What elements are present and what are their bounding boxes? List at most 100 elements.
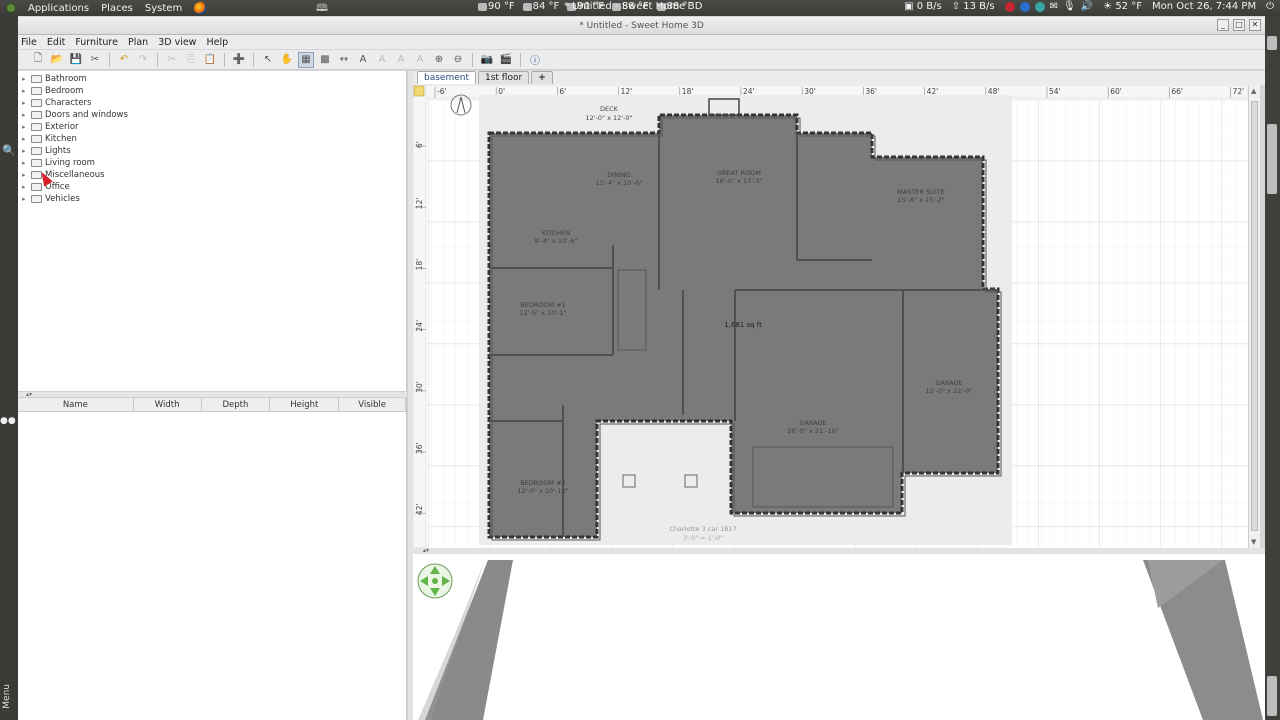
- expand-icon[interactable]: ▸: [22, 147, 28, 155]
- paste-icon[interactable]: 📋: [202, 52, 218, 68]
- menu-plan[interactable]: Plan: [128, 37, 148, 48]
- plan-canvas[interactable]: -6' 0' 6' 12' 18' 24' 30' 36' 42' 48' 54' 60' 66' 72'…: [413, 85, 1248, 548]
- ruler-x-label: 42': [927, 87, 939, 96]
- dock-handle[interactable]: [1267, 124, 1277, 194]
- modify-text-icon[interactable]: A: [374, 52, 390, 68]
- dock-menu-label[interactable]: Menu: [2, 684, 12, 709]
- hp-icon[interactable]: [1019, 1, 1030, 12]
- catalog-category[interactable]: ▸ Characters: [22, 97, 91, 109]
- cut-icon[interactable]: ✂: [87, 52, 103, 68]
- zoom-out-icon[interactable]: ⊖: [450, 52, 466, 68]
- increase-text-icon[interactable]: A: [393, 52, 409, 68]
- scroll-thumb[interactable]: [1251, 101, 1258, 531]
- dock-handle[interactable]: [1267, 676, 1277, 716]
- search-icon[interactable]: 🔍: [2, 144, 16, 158]
- catalog-category[interactable]: ▸ Miscellaneous: [22, 169, 105, 181]
- column-header-width[interactable]: Width: [134, 398, 202, 411]
- add-level-button[interactable]: +: [531, 71, 553, 84]
- zoom-in-icon[interactable]: ⊕: [431, 52, 447, 68]
- expand-icon[interactable]: ▸: [22, 75, 28, 83]
- eyes-icon[interactable]: ●●: [0, 416, 16, 426]
- menu-furniture[interactable]: Furniture: [75, 37, 118, 48]
- minimize-icon[interactable]: _: [1217, 19, 1229, 31]
- create-rooms-icon[interactable]: ▩: [317, 52, 333, 68]
- catalog-category[interactable]: ▸ Living room: [22, 157, 95, 169]
- expand-icon[interactable]: ▸: [22, 87, 28, 95]
- expand-icon[interactable]: ▸: [22, 123, 28, 131]
- undo-icon[interactable]: ↶: [116, 52, 132, 68]
- dock-handle[interactable]: [1267, 36, 1277, 50]
- firefox-launcher-icon[interactable]: [194, 2, 207, 14]
- cut-icon[interactable]: ✂: [164, 52, 180, 68]
- column-header-depth[interactable]: Depth: [202, 398, 271, 411]
- save-icon[interactable]: 💾: [68, 52, 84, 68]
- places-menu[interactable]: Places: [101, 3, 133, 14]
- column-header-visible[interactable]: Visible: [339, 398, 407, 411]
- 3d-view[interactable]: [413, 554, 1265, 720]
- net-down[interactable]: ▣ 0 B/s: [904, 1, 942, 12]
- net-up[interactable]: ⇧ 13 B/s: [952, 1, 995, 12]
- catalog-category[interactable]: ▸ Lights: [22, 145, 71, 157]
- weather-item[interactable]: 90 °F: [478, 1, 515, 12]
- catalog-category[interactable]: ▸ Bathroom: [22, 73, 87, 85]
- expand-icon[interactable]: ▸: [22, 111, 28, 119]
- expand-icon[interactable]: ▸: [22, 171, 28, 179]
- create-walls-icon[interactable]: ▦: [298, 51, 314, 68]
- microphone-icon[interactable]: 🎙: [1063, 1, 1076, 12]
- catalog-category[interactable]: ▸ Bedroom: [22, 85, 83, 97]
- decrease-text-icon[interactable]: A: [412, 52, 428, 68]
- record-icon[interactable]: [1004, 1, 1015, 12]
- plan-vertical-scrollbar[interactable]: ▲ ▼: [1248, 85, 1260, 548]
- volume-icon[interactable]: 🔊: [1081, 1, 1093, 12]
- clock[interactable]: Mon Oct 26, 7:44 PM: [1152, 1, 1256, 12]
- catalog-category[interactable]: ▸ Exterior: [22, 121, 79, 133]
- catalog-category[interactable]: ▸ Kitchen: [22, 133, 77, 145]
- add-text-icon[interactable]: A: [355, 52, 371, 68]
- expand-icon[interactable]: ▸: [22, 183, 28, 191]
- close-icon[interactable]: ✕: [1249, 19, 1261, 31]
- menu-3d-view[interactable]: 3D view: [158, 37, 196, 48]
- maximize-icon[interactable]: □: [1233, 19, 1245, 31]
- scroll-down-icon[interactable]: ▼: [1251, 538, 1256, 546]
- power-icon[interactable]: ⏻: [1266, 1, 1274, 12]
- system-menu[interactable]: System: [145, 3, 182, 14]
- catalog-splitter[interactable]: ▴▾: [18, 391, 407, 398]
- expand-icon[interactable]: ▸: [22, 159, 28, 167]
- tab-basement[interactable]: basement: [417, 71, 476, 84]
- expand-icon[interactable]: ▸: [22, 135, 28, 143]
- create-video-icon[interactable]: 🎬: [498, 52, 514, 68]
- open-file-icon[interactable]: 📂: [49, 52, 65, 68]
- weather-item[interactable]: 84 °F: [522, 1, 559, 12]
- create-dimensions-icon[interactable]: ↔: [336, 52, 352, 68]
- column-header-name[interactable]: Name: [18, 398, 134, 411]
- new-file-icon[interactable]: 🗋: [30, 52, 46, 68]
- redo-icon[interactable]: ↷: [135, 52, 151, 68]
- applications-menu[interactable]: Applications: [28, 3, 89, 14]
- catalog-category[interactable]: ▸ Vehicles: [22, 193, 80, 205]
- copy-icon[interactable]: ⎘: [183, 52, 199, 68]
- tab-1st-floor[interactable]: 1st floor: [478, 71, 530, 84]
- network-icon[interactable]: [1034, 1, 1045, 12]
- 3d-canvas[interactable]: [413, 554, 1265, 720]
- system-top-panel: Applications Places System 🕮 90 °F 84 °F…: [0, 0, 1280, 16]
- help-icon[interactable]: ⓘ: [527, 52, 543, 68]
- select-mode-icon[interactable]: ↖: [260, 52, 276, 68]
- column-header-height[interactable]: Height: [270, 398, 340, 411]
- menu-edit[interactable]: Edit: [47, 37, 65, 48]
- window-titlebar[interactable]: * Untitled - Sweet Home 3D _ □ ✕: [18, 17, 1265, 35]
- ubuntu-logo-icon[interactable]: [6, 3, 16, 13]
- expand-icon[interactable]: ▸: [22, 99, 28, 107]
- create-photo-icon[interactable]: 📷: [479, 52, 495, 68]
- plan-view[interactable]: -6' 0' 6' 12' 18' 24' 30' 36' 42' 48' 54' 60' 66' 72'…: [413, 85, 1248, 548]
- add-furniture-icon[interactable]: ➕: [231, 52, 247, 68]
- pan-mode-icon[interactable]: ✋: [279, 52, 295, 68]
- mail-icon[interactable]: ✉: [1050, 1, 1058, 12]
- menu-help[interactable]: Help: [206, 37, 228, 48]
- expand-icon[interactable]: ▸: [22, 195, 28, 203]
- navigation-arrows-icon[interactable]: [417, 563, 453, 599]
- temperature-applet[interactable]: ☀ 52 °F: [1103, 1, 1142, 12]
- book-icon[interactable]: 🕮: [314, 1, 330, 15]
- scroll-up-icon[interactable]: ▲: [1251, 87, 1256, 95]
- catalog-category[interactable]: ▸ Doors and windows: [22, 109, 128, 121]
- menu-file[interactable]: File: [21, 37, 37, 48]
